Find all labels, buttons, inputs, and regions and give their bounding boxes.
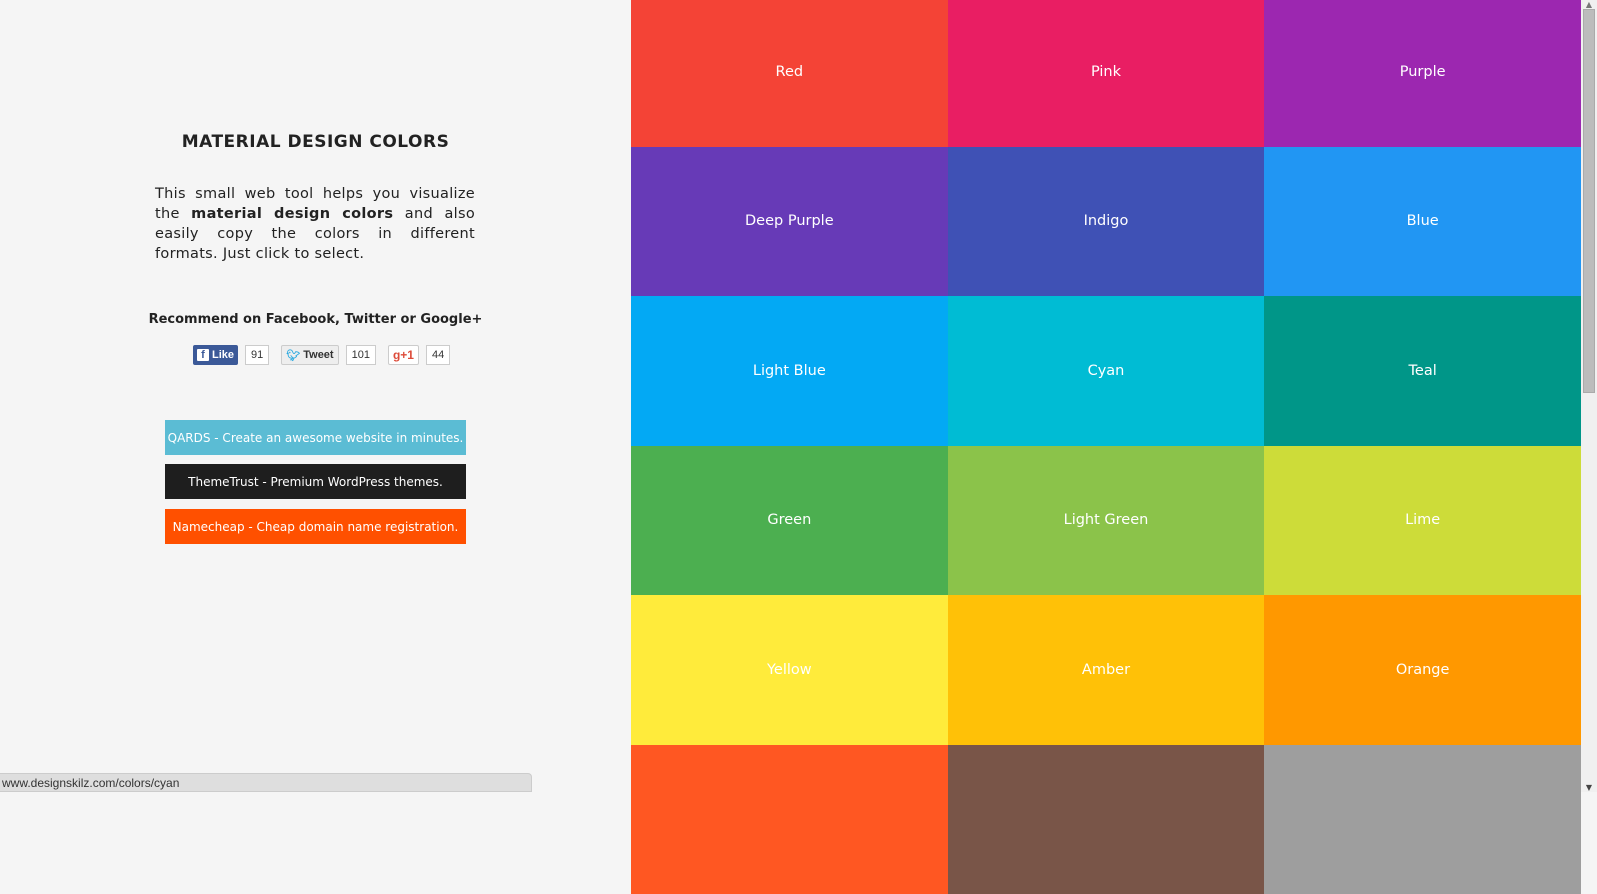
color-swatch-purple[interactable]: Purple [1264, 0, 1581, 147]
twitter-bird-icon: 🐦︎ [286, 349, 300, 362]
color-swatch-light-blue[interactable]: Light Blue [631, 296, 948, 446]
facebook-icon: f [197, 349, 209, 361]
color-name: Light Green [1064, 512, 1149, 528]
color-swatch-cyan[interactable]: Cyan [948, 296, 1265, 446]
color-name: Deep Purple [745, 213, 834, 229]
scrollbar-thumb[interactable] [1583, 9, 1595, 393]
color-name: Pink [1091, 64, 1121, 80]
like-label: Like [212, 349, 234, 361]
ad-link-qards[interactable]: QARDS - Create an awesome website in min… [165, 420, 466, 455]
color-swatch-deep-purple[interactable]: Deep Purple [631, 147, 948, 297]
color-grid: Red Pink Purple Deep Purple Indigo Blue Light … [631, 0, 1581, 894]
left-panel: MATERIAL DESIGN COLORS This small web to… [0, 0, 631, 792]
vertical-scrollbar[interactable]: ▲ ▼ [1581, 0, 1597, 792]
color-name: Purple [1400, 64, 1446, 80]
color-swatch-pink[interactable]: Pink [948, 0, 1265, 147]
page-title: MATERIAL DESIGN COLORS [0, 132, 631, 152]
color-name: Indigo [1084, 213, 1129, 229]
color-name: Cyan [1088, 363, 1125, 379]
ad-link-namecheap[interactable]: Namecheap - Cheap domain name registrati… [165, 509, 466, 544]
color-swatch-indigo[interactable]: Indigo [948, 147, 1265, 297]
color-name: Green [767, 512, 811, 528]
color-swatch-green[interactable]: Green [631, 446, 948, 596]
color-name: Teal [1409, 363, 1437, 379]
google-plus-count: 44 [426, 345, 450, 365]
color-swatch-blue[interactable]: Blue [1264, 147, 1581, 297]
facebook-count: 91 [245, 345, 269, 365]
color-name: Red [776, 64, 804, 80]
color-name: Light Blue [753, 363, 826, 379]
scroll-up-arrow-icon[interactable]: ▲ [1581, 0, 1597, 9]
color-swatch-red[interactable]: Red [631, 0, 948, 147]
color-swatch-amber[interactable]: Amber [948, 595, 1265, 745]
tweet-button[interactable]: 🐦︎Tweet [281, 345, 338, 365]
color-swatch-16[interactable] [948, 745, 1265, 894]
color-name: Yellow [767, 662, 812, 678]
google-plus-button[interactable]: g+1 [388, 345, 419, 365]
color-swatch-yellow[interactable]: Yellow [631, 595, 948, 745]
status-bar-url: www.designskilz.com/colors/cyan [0, 773, 532, 792]
tweet-label: Tweet [303, 349, 333, 361]
intro-text: This small web tool helps you visualize … [155, 184, 475, 264]
color-name: Amber [1082, 662, 1130, 678]
color-swatch-teal[interactable]: Teal [1264, 296, 1581, 446]
color-name: Lime [1405, 512, 1440, 528]
color-name: Blue [1407, 213, 1439, 229]
facebook-like-button[interactable]: fLike [193, 345, 238, 365]
color-swatch-lime[interactable]: Lime [1264, 446, 1581, 596]
recommend-heading: Recommend on Facebook, Twitter or Google… [0, 312, 631, 327]
color-name: Orange [1396, 662, 1450, 678]
color-swatch-light-green[interactable]: Light Green [948, 446, 1265, 596]
color-swatch-orange[interactable]: Orange [1264, 595, 1581, 745]
twitter-count: 101 [346, 345, 376, 365]
intro-bold: material design colors [191, 206, 393, 222]
scroll-down-arrow-icon[interactable]: ▼ [1581, 783, 1597, 792]
color-swatch-17[interactable] [1264, 745, 1581, 894]
ad-link-themetrust[interactable]: ThemeTrust - Premium WordPress themes. [165, 464, 466, 499]
color-swatch-15[interactable] [631, 745, 948, 894]
social-buttons: fLike 91 🐦︎Tweet 101 g+1 44 [193, 345, 450, 365]
